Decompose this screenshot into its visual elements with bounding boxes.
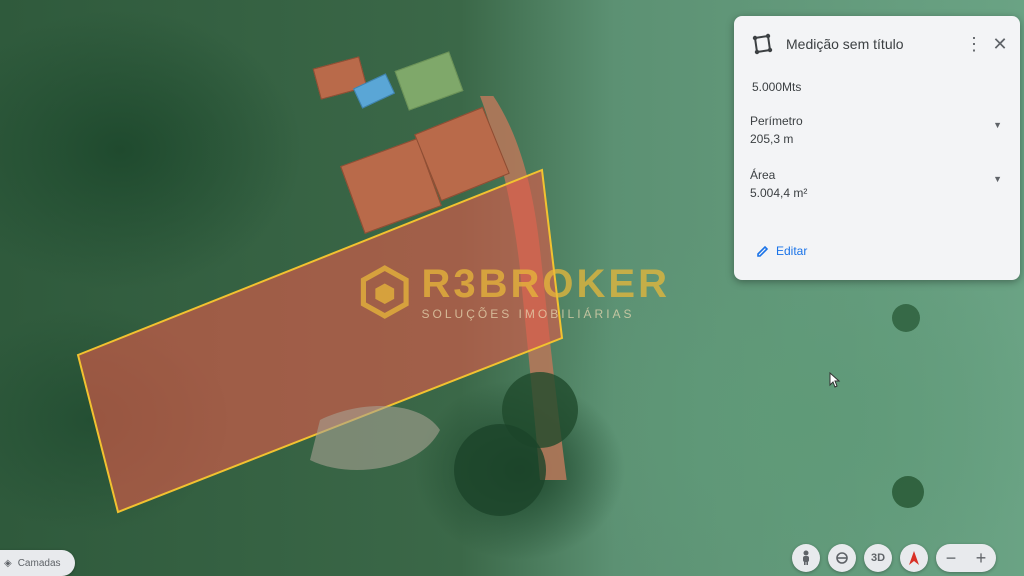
area-row[interactable]: Área 5.004,4 m² ▼ [750,168,1002,200]
tree-cluster [892,476,924,508]
perimeter-label: Perímetro [750,114,803,128]
edit-label: Editar [776,244,808,258]
perimeter-dropdown-icon[interactable]: ▼ [993,120,1002,146]
layers-icon: ◈ [4,557,12,569]
measure-polygon-icon [752,33,773,55]
pegman-icon[interactable] [792,544,820,572]
perimeter-row[interactable]: Perímetro 205,3 m ▼ [750,114,1002,146]
measurement-note[interactable]: 5.000Mts [752,80,801,94]
more-vert-icon[interactable]: ⋮ [964,32,984,56]
watermark-brand: R3BROKER [421,262,670,306]
mouse-cursor-icon [829,372,841,388]
map-controls: 3D − + [792,544,996,572]
zoom-control: − + [936,544,996,572]
layers-label: Camadas [17,557,61,569]
close-icon[interactable]: ✕ [990,32,1010,56]
compass-icon[interactable] [900,544,928,572]
rotate-view-icon[interactable] [828,544,856,572]
tree-cluster [892,304,920,332]
area-dropdown-icon[interactable]: ▼ [993,174,1002,200]
layers-button[interactable]: ◈ Camadas [0,550,75,576]
tree-cluster [454,424,546,516]
measurement-panel: Medição sem título ⋮ ✕ 5.000Mts Perímetr… [734,16,1020,280]
pencil-icon [757,245,769,257]
area-label: Área [750,168,776,182]
zoom-out-button[interactable]: − [936,544,966,572]
perimeter-value: 205,3 m [750,132,794,146]
broker-watermark: R3BROKER SOLUÇÕES IMOBILIÁRIAS [360,252,670,332]
view-3d-button[interactable]: 3D [864,544,892,572]
panel-header: Medição sem título ⋮ ✕ [750,28,1010,60]
cube-logo-icon [360,265,409,319]
edit-button[interactable]: Editar [756,244,807,258]
zoom-in-button[interactable]: + [966,544,996,572]
watermark-tagline: SOLUÇÕES IMOBILIÁRIAS [421,307,635,321]
panel-title[interactable]: Medição sem título [786,36,958,52]
area-value: 5.004,4 m² [750,186,808,200]
